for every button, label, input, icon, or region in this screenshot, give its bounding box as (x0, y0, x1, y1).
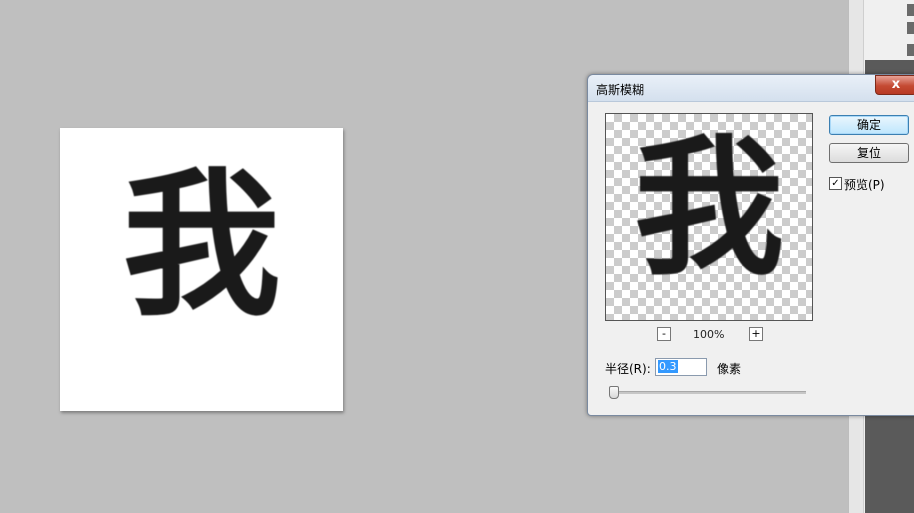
dialog-title: 高斯模糊 (596, 83, 645, 97)
preview-checkbox-label: 预览(P) (844, 178, 885, 192)
canvas-glyph: 我 (122, 154, 281, 338)
preview-checkbox[interactable]: ✓ (829, 177, 842, 190)
panel-tool-icon[interactable] (907, 4, 914, 16)
preview-area[interactable]: 我 (605, 113, 813, 321)
radius-unit: 像素 (717, 362, 742, 376)
panel-tool-icon[interactable] (907, 22, 914, 34)
preview-glyph: 我 (633, 122, 784, 296)
radius-value: 0.3 (658, 360, 678, 373)
radius-slider-track[interactable] (610, 391, 806, 394)
radius-input[interactable]: 0.3 (655, 358, 707, 376)
radius-label: 半径(R): (605, 362, 651, 376)
reset-button[interactable]: 复位 (829, 143, 909, 163)
zoom-level: 100% (693, 328, 725, 341)
close-button[interactable]: x (875, 75, 914, 95)
radius-slider-thumb[interactable] (609, 386, 619, 399)
zoom-controls: - 100% + (605, 326, 811, 344)
panel-tool-icon[interactable] (907, 44, 914, 56)
ok-button[interactable]: 确定 (829, 115, 909, 135)
zoom-out-button[interactable]: - (657, 327, 671, 341)
zoom-in-button[interactable]: + (749, 327, 763, 341)
dialog-titlebar[interactable]: 高斯模糊 x (588, 75, 914, 102)
canvas-document[interactable]: 我 (60, 128, 343, 411)
gaussian-blur-dialog: 高斯模糊 x 我 - 100% + 确定 复位 ✓ 预览(P) 半径(R): 0… (587, 74, 914, 416)
